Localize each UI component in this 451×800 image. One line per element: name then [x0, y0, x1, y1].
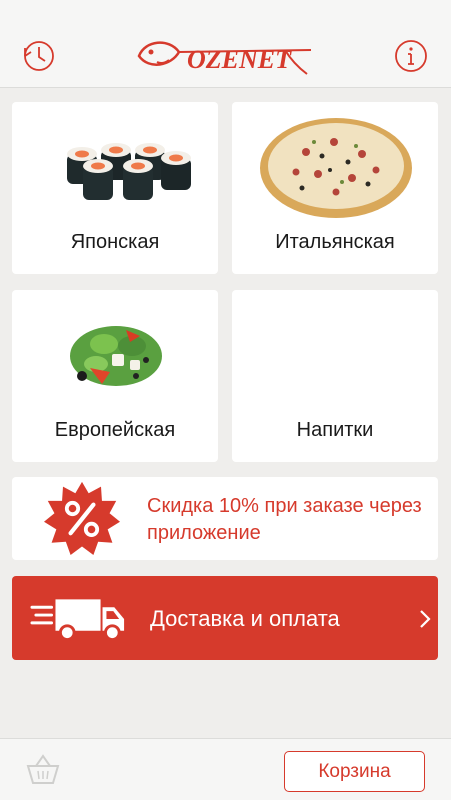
ozenet-logo: OZENET	[137, 41, 312, 75]
delivery-label: Доставка и оплата	[150, 606, 340, 631]
delivery-truck-icon	[30, 599, 125, 642]
basket-icon	[26, 754, 60, 784]
category-tile-japanese[interactable]: Японская	[12, 102, 218, 274]
category-label: Японская	[70, 231, 160, 253]
logo-text: OZENET	[187, 45, 292, 74]
cart-button[interactable]: Корзина	[284, 751, 425, 792]
delivery-payment-button[interactable]: Доставка и оплата	[12, 576, 438, 660]
salad-image	[70, 326, 162, 386]
category-label: Напитки	[296, 419, 374, 441]
category-label: Итальянская	[275, 231, 395, 253]
category-tile-european[interactable]: Европейская	[12, 290, 218, 462]
chevron-right-icon	[420, 610, 431, 628]
category-label: Европейская	[54, 419, 176, 441]
percent-badge-icon	[44, 481, 120, 556]
category-tile-drinks[interactable]: Напитки	[232, 290, 438, 462]
promo-text: Скидка 10% при заказе через приложение	[147, 495, 422, 544]
category-tile-italian[interactable]: Итальянская	[232, 102, 438, 274]
promo-banner: Скидка 10% при заказе через приложение	[12, 477, 438, 560]
top-bar: OZENET	[0, 0, 451, 88]
bottom-bar: Корзина	[0, 738, 451, 800]
info-icon[interactable]	[393, 38, 429, 74]
pizza-image	[260, 118, 412, 218]
history-icon[interactable]	[20, 38, 56, 74]
sushi-image	[67, 143, 191, 200]
